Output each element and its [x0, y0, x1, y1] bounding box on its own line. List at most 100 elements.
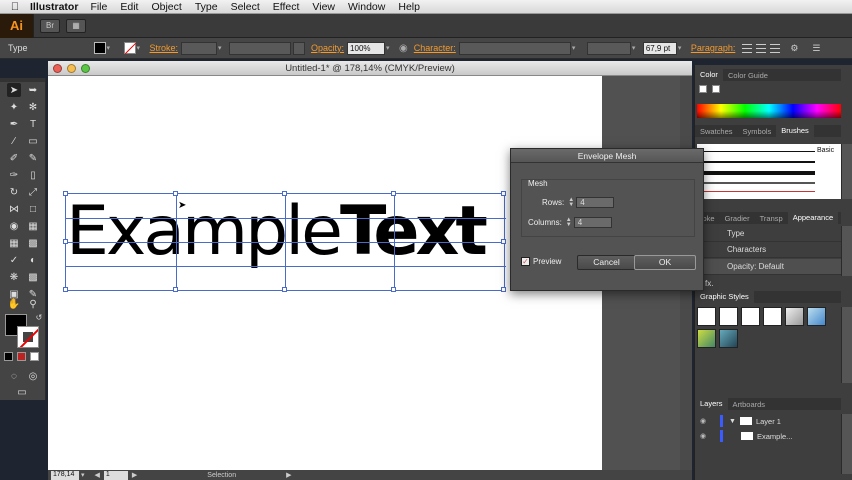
- appearance-row-characters[interactable]: Characters: [695, 242, 841, 258]
- brush-stroke[interactable]: [703, 191, 815, 192]
- swap-fill-stroke-icon[interactable]: ↺: [32, 310, 46, 324]
- appearance-row-opacity[interactable]: Opacity: Default: [695, 259, 841, 275]
- brush-stroke[interactable]: [703, 151, 815, 152]
- artboard-number-field[interactable]: 1: [103, 470, 128, 480]
- layer-row-1[interactable]: ◉ ▼ Layer 1: [695, 414, 841, 428]
- appearance-row-type[interactable]: Type: [695, 226, 841, 242]
- selection-tool-icon[interactable]: ➤: [7, 83, 21, 97]
- font-family-field[interactable]: [458, 41, 571, 55]
- arrange-documents-button[interactable]: ▦: [66, 18, 86, 33]
- stroke-dropdown-icon[interactable]: ▾: [137, 44, 144, 52]
- apple-icon[interactable]: : [0, 1, 30, 13]
- visibility-eye-icon[interactable]: ◉: [698, 432, 708, 440]
- tab-brushes[interactable]: Brushes: [776, 125, 814, 137]
- fill-swatch[interactable]: [93, 42, 106, 54]
- graphic-style-swatch[interactable]: [697, 329, 716, 348]
- brushes-scrollbar[interactable]: [841, 144, 852, 199]
- tab-swatches[interactable]: Swatches: [695, 127, 738, 136]
- graphic-style-swatch[interactable]: [807, 307, 826, 326]
- sublayer-name[interactable]: Example...: [757, 432, 792, 441]
- tab-symbols[interactable]: Symbols: [738, 127, 777, 136]
- fill-swatch-small[interactable]: [699, 85, 707, 93]
- graphic-style-swatch[interactable]: [719, 307, 738, 326]
- draw-mode-icon[interactable]: ◌: [7, 369, 21, 383]
- recolor-icon[interactable]: ◉: [399, 43, 408, 54]
- zoom-level-field[interactable]: 178,14: [51, 470, 79, 480]
- align-center-icon[interactable]: [756, 43, 767, 53]
- gradient-mode-icon[interactable]: [17, 352, 26, 361]
- expand-triangle-icon[interactable]: ▼: [729, 418, 736, 425]
- preview-checkbox[interactable]: ✓: [521, 257, 530, 266]
- opacity-label[interactable]: Opacity:: [311, 43, 344, 53]
- perspective-grid-tool-icon[interactable]: ▦: [26, 219, 40, 233]
- tab-layers[interactable]: Layers: [695, 398, 728, 410]
- pen-tool-icon[interactable]: ✒: [7, 117, 21, 131]
- magic-wand-tool-icon[interactable]: ✦: [7, 100, 21, 114]
- mesh-anchor-point[interactable]: [173, 191, 178, 196]
- type-tool-icon[interactable]: T: [26, 117, 40, 131]
- cancel-button[interactable]: Cancel: [577, 255, 636, 270]
- status-menu-icon[interactable]: ▶: [286, 471, 291, 479]
- menu-view[interactable]: View: [312, 1, 335, 13]
- brush-stroke[interactable]: [703, 171, 815, 175]
- direct-selection-tool-icon[interactable]: ➥: [26, 83, 40, 97]
- preview-checkbox-row[interactable]: ✓ Preview: [521, 257, 561, 266]
- graphic-styles-scrollbar[interactable]: [841, 307, 852, 383]
- font-style-dropdown-icon[interactable]: ▾: [632, 44, 639, 52]
- variable-width-field[interactable]: [229, 41, 292, 55]
- columns-stepper-icon[interactable]: ▲ ▼: [566, 217, 572, 228]
- tab-transparency[interactable]: Transp: [755, 214, 788, 223]
- graphic-style-swatch[interactable]: [741, 307, 760, 326]
- mesh-anchor-point[interactable]: [391, 191, 396, 196]
- appearance-scrollbar[interactable]: [841, 226, 852, 276]
- menu-window[interactable]: Window: [348, 1, 385, 13]
- mesh-anchor-point[interactable]: [501, 287, 506, 292]
- variable-width-dropdown[interactable]: [293, 41, 306, 55]
- none-mode-icon[interactable]: [30, 352, 39, 361]
- ok-button[interactable]: OK: [634, 255, 696, 270]
- mesh-anchor-point[interactable]: [501, 239, 506, 244]
- blend-tool-icon[interactable]: ◐: [26, 253, 40, 267]
- paragraph-label[interactable]: Paragraph:: [691, 43, 736, 53]
- align-right-icon[interactable]: [770, 43, 781, 53]
- line-tool-icon[interactable]: ∕: [7, 134, 21, 148]
- paintbrush-tool-icon[interactable]: ✐: [7, 151, 21, 165]
- symbol-sprayer-tool-icon[interactable]: ❋: [7, 270, 21, 284]
- tab-graphic-styles[interactable]: Graphic Styles: [695, 291, 754, 303]
- menu-select[interactable]: Select: [231, 1, 260, 13]
- stroke-weight-field[interactable]: [181, 41, 218, 55]
- menu-edit[interactable]: Edit: [120, 1, 138, 13]
- rotate-tool-icon[interactable]: ↻: [7, 185, 21, 199]
- blob-brush-tool-icon[interactable]: ✑: [7, 168, 21, 182]
- shape-builder-tool-icon[interactable]: ◉: [7, 219, 21, 233]
- visibility-eye-icon[interactable]: ◉: [698, 417, 708, 425]
- tab-gradient[interactable]: Gradier: [720, 214, 755, 223]
- envelope-mesh-preview[interactable]: [63, 191, 506, 292]
- first-artboard-icon[interactable]: ◀: [95, 471, 100, 479]
- tab-appearance[interactable]: Appearance: [787, 212, 839, 224]
- menu-type[interactable]: Type: [195, 1, 218, 13]
- mesh-tool-icon[interactable]: ▦: [7, 236, 21, 250]
- stroke-label[interactable]: Stroke:: [150, 43, 179, 53]
- next-artboard-icon[interactable]: ▶: [132, 471, 137, 479]
- menu-app-name[interactable]: Illustrator: [30, 1, 78, 13]
- gradient-tool-icon[interactable]: ▩: [26, 236, 40, 250]
- rows-input[interactable]: 4: [576, 197, 615, 208]
- graphic-style-swatch[interactable]: [697, 307, 716, 326]
- screen-mode-icon[interactable]: ▭: [15, 385, 29, 399]
- menu-file[interactable]: File: [90, 1, 107, 13]
- draw-behind-icon[interactable]: ◎: [26, 369, 40, 383]
- stroke-weight-dropdown-icon[interactable]: ▾: [218, 44, 225, 52]
- font-size-field[interactable]: 67,9 pt: [642, 41, 677, 55]
- tools-panel-grip[interactable]: [0, 78, 45, 82]
- layer-name[interactable]: Layer 1: [756, 417, 781, 426]
- panel-menu-icon[interactable]: ☰: [812, 43, 820, 54]
- zoom-dropdown-icon[interactable]: ▾: [81, 471, 85, 479]
- stroke-swatch[interactable]: [123, 42, 136, 54]
- fill-dropdown-icon[interactable]: ▾: [107, 44, 114, 52]
- tab-color-guide[interactable]: Color Guide: [723, 71, 773, 80]
- stroke-swatch-small[interactable]: [712, 85, 720, 93]
- font-family-dropdown-icon[interactable]: ▾: [572, 44, 579, 52]
- mesh-anchor-point[interactable]: [63, 239, 68, 244]
- mesh-anchor-point[interactable]: [282, 287, 287, 292]
